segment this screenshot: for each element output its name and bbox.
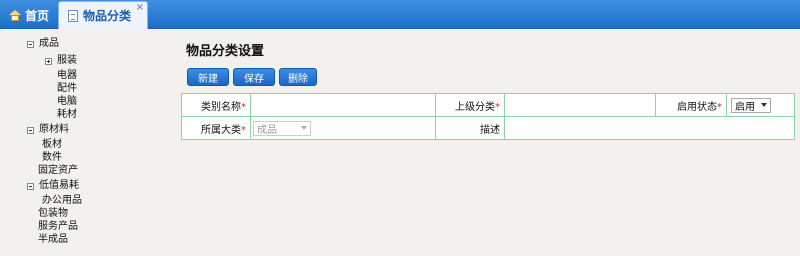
tree-node-boards[interactable]: 板材 <box>42 139 62 151</box>
collapse-icon[interactable] <box>27 182 34 190</box>
name-label-cell: 类别名称* <box>181 93 251 117</box>
delete-button[interactable]: 删除 <box>279 68 317 86</box>
tree-node-label: 原材料 <box>39 124 69 135</box>
tree-node-label: 服务产品 <box>38 221 78 232</box>
desc-label-cell: 描述 <box>435 116 505 140</box>
major-label: 所属大类 <box>201 124 241 136</box>
tree-node-packaging[interactable]: 包装物 <box>38 208 68 220</box>
tree-node-label: 低值易耗 <box>39 180 79 191</box>
tree-node-office-supplies[interactable]: 办公用品 <box>42 195 82 207</box>
parent-label: 上级分类 <box>455 101 495 113</box>
save-button[interactable]: 保存 <box>233 68 275 86</box>
tree-node-accessories[interactable]: 配件 <box>57 83 77 95</box>
chevron-down-icon <box>761 103 767 107</box>
tree-node-appliances[interactable]: 电器 <box>57 70 77 82</box>
required-mark: * <box>241 101 246 113</box>
tab-home-label: 首页 <box>25 8 50 23</box>
tab-home[interactable]: 首页 <box>0 2 58 28</box>
page-icon <box>68 9 78 22</box>
tree-node-computers[interactable]: 电脑 <box>57 96 77 108</box>
tree-node-parts[interactable]: 数件 <box>42 152 62 164</box>
tree-node-semi-finished[interactable]: 半成品 <box>38 234 68 246</box>
name-label: 类别名称 <box>201 101 241 113</box>
tab-bar: 首页 物品分类 × <box>0 0 800 29</box>
tree-node-clothing[interactable]: 服装 <box>45 55 77 67</box>
tree-node-label: 半成品 <box>38 234 68 245</box>
status-select-value: 启用 <box>735 101 755 113</box>
tree-node-low-value-consumables[interactable]: 低值易耗 <box>27 180 79 192</box>
tree-node-label: 板材 <box>42 139 62 150</box>
expand-icon[interactable] <box>45 57 52 65</box>
close-icon[interactable]: × <box>136 3 144 13</box>
category-form: 类别名称* 上级分类* 启用状态* 启用 所属大类* 成品 描述 <box>181 93 795 140</box>
status-label-cell: 启用状态* <box>655 93 727 117</box>
tree-node-label: 办公用品 <box>42 195 82 206</box>
tree-node-label: 耗材 <box>57 109 77 120</box>
tree-node-label: 成品 <box>39 38 59 49</box>
tree-node-service-products[interactable]: 服务产品 <box>38 221 78 233</box>
chevron-down-icon <box>301 126 307 130</box>
desc-label: 描述 <box>480 124 500 136</box>
tree-node-finished-goods[interactable]: 成品 <box>27 38 59 50</box>
name-input[interactable] <box>250 93 436 117</box>
new-button[interactable]: 新建 <box>187 68 229 86</box>
tree-node-raw-materials[interactable]: 原材料 <box>27 124 69 136</box>
major-cell: 成品 <box>250 116 436 140</box>
parent-category-input[interactable] <box>504 93 656 117</box>
collapse-icon[interactable] <box>27 40 34 48</box>
tree-node-label: 数件 <box>42 152 62 163</box>
tree-node-label: 配件 <box>57 83 77 94</box>
major-category-select[interactable]: 成品 <box>253 120 311 136</box>
description-input[interactable] <box>504 116 795 140</box>
status-label: 启用状态 <box>677 101 717 113</box>
status-select[interactable]: 启用 <box>731 97 771 113</box>
tab-item-category[interactable]: 物品分类 × <box>58 1 148 29</box>
page-title: 物品分类设置 <box>186 44 265 59</box>
tree-node-fixed-assets[interactable]: 固定资产 <box>38 165 78 177</box>
parent-label-cell: 上级分类* <box>435 93 505 117</box>
major-label-cell: 所属大类* <box>181 116 251 140</box>
tree-node-consumables[interactable]: 耗材 <box>57 109 77 121</box>
tree-node-label: 固定资产 <box>38 165 78 176</box>
status-cell: 启用 <box>726 93 795 117</box>
tree-node-label: 电脑 <box>57 96 77 107</box>
required-mark: * <box>241 124 246 136</box>
required-mark: * <box>717 101 722 113</box>
tab-item-category-label: 物品分类 <box>83 9 132 23</box>
tree-node-label: 电器 <box>57 70 77 81</box>
required-mark: * <box>495 101 500 113</box>
home-icon <box>9 9 21 21</box>
major-category-value: 成品 <box>257 124 277 136</box>
tree-node-label: 包装物 <box>38 208 68 219</box>
tree-node-label: 服装 <box>57 55 77 66</box>
collapse-icon[interactable] <box>27 126 34 134</box>
